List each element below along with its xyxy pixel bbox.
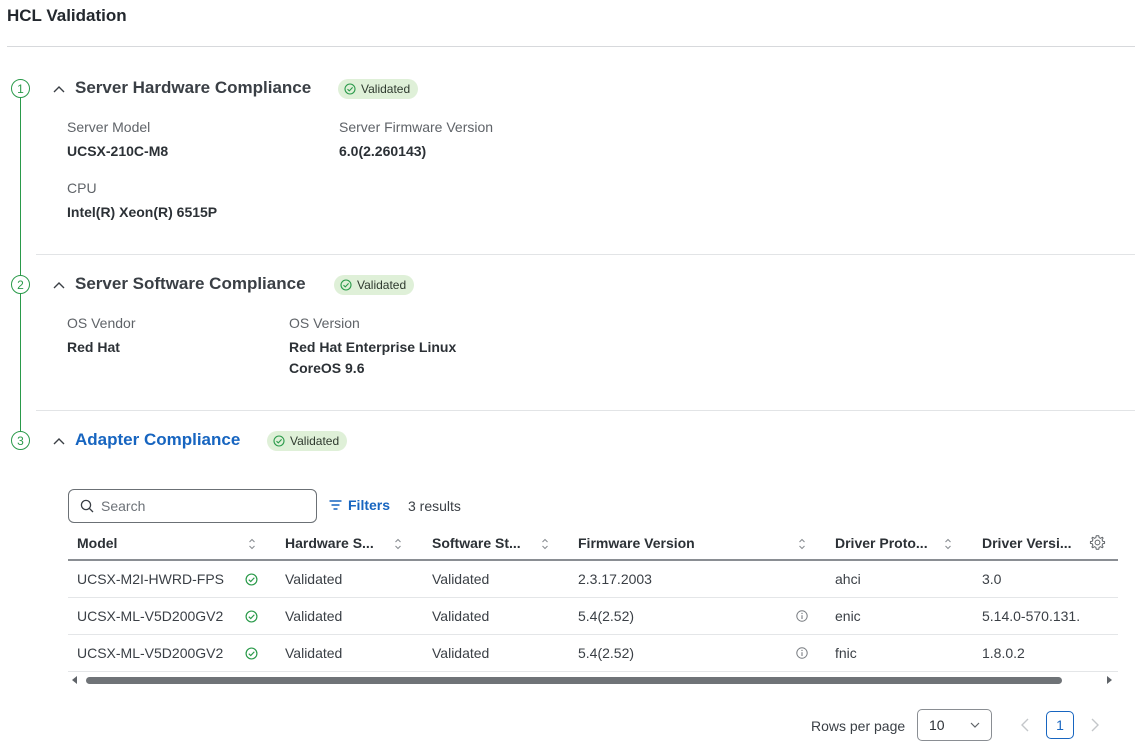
cell-driver-version: 3.0 <box>982 571 1002 587</box>
status-badge-label: Validated <box>290 434 340 448</box>
cell-driver-version: 1.8.0.2 <box>982 645 1025 661</box>
gear-icon[interactable] <box>1089 534 1106 551</box>
cell-model: UCSX-ML-V5D200GV2 <box>77 645 224 661</box>
chevron-left-icon <box>1021 718 1029 732</box>
status-badge-label: Validated <box>361 82 411 96</box>
rows-per-page-value: 10 <box>929 717 945 733</box>
previous-page-button[interactable] <box>1017 715 1033 735</box>
field-label: CPU <box>67 180 97 196</box>
sort-icon[interactable] <box>798 537 806 551</box>
field-label: Server Model <box>67 119 151 135</box>
field-label: Server Firmware Version <box>339 119 494 135</box>
column-header-firmware-version[interactable]: Firmware Version <box>578 535 695 551</box>
section-title-link[interactable]: Adapter Compliance <box>75 430 240 450</box>
sort-icon[interactable] <box>944 537 952 551</box>
step-number: 2 <box>11 275 30 294</box>
sort-icon[interactable] <box>248 537 256 551</box>
cell-hardware-status: Validated <box>285 571 343 587</box>
collapse-chevron-icon[interactable] <box>52 434 66 448</box>
field-value: CoreOS 9.6 <box>289 360 365 376</box>
column-header-model[interactable]: Model <box>77 535 117 551</box>
page-number-button[interactable]: 1 <box>1046 711 1074 739</box>
horizontal-scrollbar[interactable] <box>68 674 1118 686</box>
filters-button[interactable]: Filters <box>329 497 390 513</box>
status-badge-label: Validated <box>357 278 407 292</box>
cell-driver-protocol: ahci <box>835 571 861 587</box>
cell-software-status: Validated <box>432 571 490 587</box>
cell-hardware-status: Validated <box>285 608 343 624</box>
check-circle-icon <box>340 279 352 291</box>
field-value: Intel(R) Xeon(R) 6515P <box>67 204 218 220</box>
search-icon <box>80 499 94 513</box>
column-header-driver-protocol[interactable]: Driver Proto... <box>835 535 928 551</box>
cell-firmware-version: 5.4(2.52) <box>578 608 635 624</box>
cell-software-status: Validated <box>432 645 490 661</box>
cell-driver-protocol: fnic <box>835 645 857 661</box>
field-value: UCSX-210C-M8 <box>67 143 169 159</box>
section-divider <box>36 410 1135 411</box>
sort-icon[interactable] <box>394 537 402 551</box>
chevron-down-icon <box>970 722 980 728</box>
check-circle-icon <box>273 435 285 447</box>
status-badge: Validated <box>267 431 348 451</box>
chevron-right-icon <box>1091 718 1099 732</box>
cell-software-status: Validated <box>432 608 490 624</box>
scrollbar-thumb[interactable] <box>86 677 1062 684</box>
search-box[interactable] <box>68 489 317 523</box>
section-title: Server Hardware Compliance <box>75 78 312 97</box>
field-value: Red Hat <box>67 339 120 355</box>
step-number: 1 <box>11 79 30 98</box>
rows-per-page-label: Rows per page <box>811 718 906 734</box>
status-badge: Validated <box>334 275 415 295</box>
row-divider <box>68 634 1118 635</box>
field-value: Red Hat Enterprise Linux <box>289 339 457 355</box>
row-divider <box>68 671 1118 672</box>
info-icon[interactable] <box>796 610 808 622</box>
field-value: 6.0(2.260143) <box>339 143 427 159</box>
cell-driver-version: 5.14.0-570.131. <box>982 608 1081 624</box>
page-title: HCL Validation <box>7 6 127 25</box>
column-header-software-status[interactable]: Software St... <box>432 535 521 551</box>
column-header-driver-version[interactable]: Driver Versi... <box>982 535 1072 551</box>
rows-per-page-select[interactable]: 10 <box>917 709 992 741</box>
collapse-chevron-icon[interactable] <box>52 278 66 292</box>
scroll-left-arrow-icon[interactable] <box>72 676 78 684</box>
search-input[interactable] <box>101 498 291 514</box>
step-number: 3 <box>11 431 30 450</box>
column-header-hardware-status[interactable]: Hardware S... <box>285 535 374 551</box>
title-divider <box>7 46 1135 47</box>
check-circle-icon <box>245 573 258 586</box>
cell-model: UCSX-M2I-HWRD-FPS <box>77 571 224 587</box>
filters-label: Filters <box>348 497 391 513</box>
cell-firmware-version: 5.4(2.52) <box>578 645 635 661</box>
cell-driver-protocol: enic <box>835 608 861 624</box>
section-divider <box>36 254 1135 255</box>
table-header-divider <box>68 559 1118 561</box>
check-circle-icon <box>245 610 258 623</box>
cell-model: UCSX-ML-V5D200GV2 <box>77 608 224 624</box>
section-title: Server Software Compliance <box>75 274 306 293</box>
stepper-line <box>20 98 21 275</box>
results-count: 3 results <box>408 498 461 514</box>
row-divider <box>68 597 1118 598</box>
check-circle-icon <box>245 647 258 660</box>
field-label: OS Vendor <box>67 315 136 331</box>
cell-hardware-status: Validated <box>285 645 343 661</box>
filter-icon <box>329 500 342 510</box>
status-badge: Validated <box>338 79 419 99</box>
scroll-right-arrow-icon[interactable] <box>1106 676 1112 684</box>
info-icon[interactable] <box>796 647 808 659</box>
check-circle-icon <box>344 83 356 95</box>
cell-firmware-version: 2.3.17.2003 <box>578 571 652 587</box>
field-label: OS Version <box>289 315 360 331</box>
next-page-button[interactable] <box>1087 715 1103 735</box>
stepper-line <box>20 294 21 431</box>
collapse-chevron-icon[interactable] <box>52 82 66 96</box>
sort-icon[interactable] <box>541 537 549 551</box>
